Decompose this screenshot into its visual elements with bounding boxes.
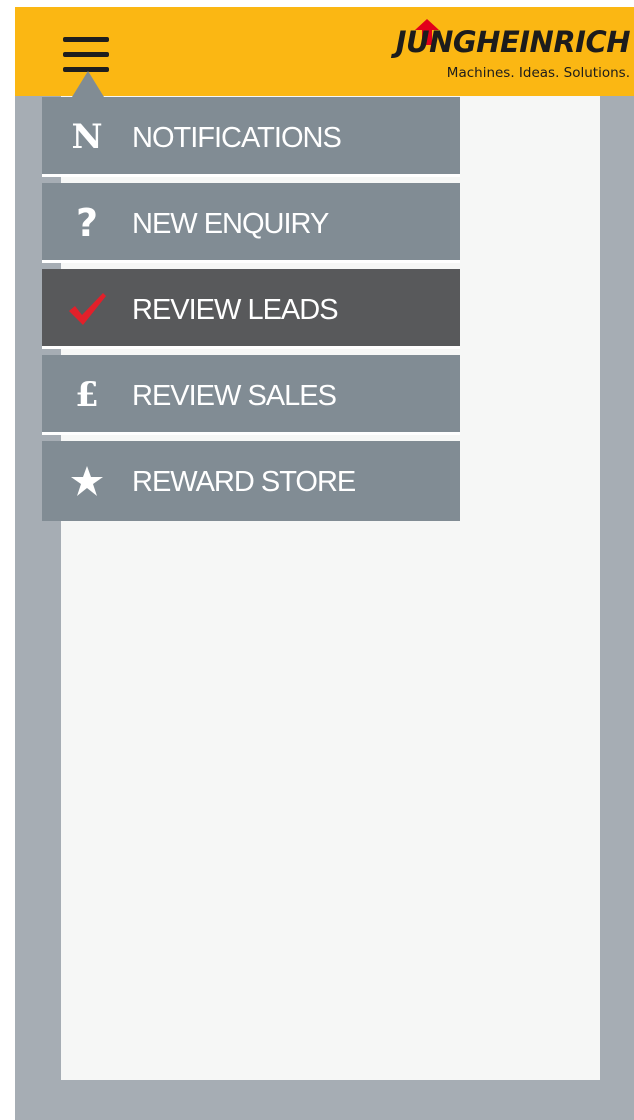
- menu-item-label: NOTIFICATIONS: [132, 122, 342, 154]
- pound-sign-icon: £: [62, 355, 112, 435]
- menu-item-review-sales[interactable]: £ REVIEW SALES: [42, 355, 460, 435]
- menu-item-new-enquiry[interactable]: ? NEW ENQUIRY: [42, 183, 460, 263]
- question-mark-icon: ?: [62, 183, 112, 263]
- star-svg: [71, 466, 103, 496]
- menu-item-label: REVIEW SALES: [132, 380, 337, 412]
- dropdown-menu: N NOTIFICATIONS ? NEW ENQUIRY REVIEW LEA…: [42, 97, 460, 521]
- brand-logo: JUNGHEINRICH Machines. Ideas. Solutions.: [364, 19, 634, 87]
- menu-item-notifications[interactable]: N NOTIFICATIONS: [42, 97, 460, 177]
- menu-bar: [63, 52, 109, 57]
- letter-n-icon: N: [62, 97, 112, 177]
- checkmark-icon: [62, 269, 112, 349]
- brand-name: JUNGHEINRICH: [395, 25, 631, 59]
- menu-item-reward-store[interactable]: REWARD STORE: [42, 441, 460, 521]
- checkmark-svg: [69, 293, 106, 325]
- menu-item-label: NEW ENQUIRY: [132, 208, 329, 240]
- icon-glyph: ?: [75, 201, 99, 245]
- menu-item-review-leads[interactable]: REVIEW LEADS: [42, 269, 460, 349]
- menu-item-label: REWARD STORE: [132, 466, 356, 498]
- menu-item-label: REVIEW LEADS: [132, 294, 339, 326]
- icon-glyph: N: [71, 117, 103, 157]
- star-icon: [62, 441, 112, 521]
- app-header: JUNGHEINRICH Machines. Ideas. Solutions.: [15, 7, 634, 96]
- menu-bar: [63, 37, 109, 42]
- brand-tagline: Machines. Ideas. Solutions.: [446, 65, 630, 81]
- menu-caret: [72, 71, 104, 97]
- icon-glyph: £: [75, 375, 99, 415]
